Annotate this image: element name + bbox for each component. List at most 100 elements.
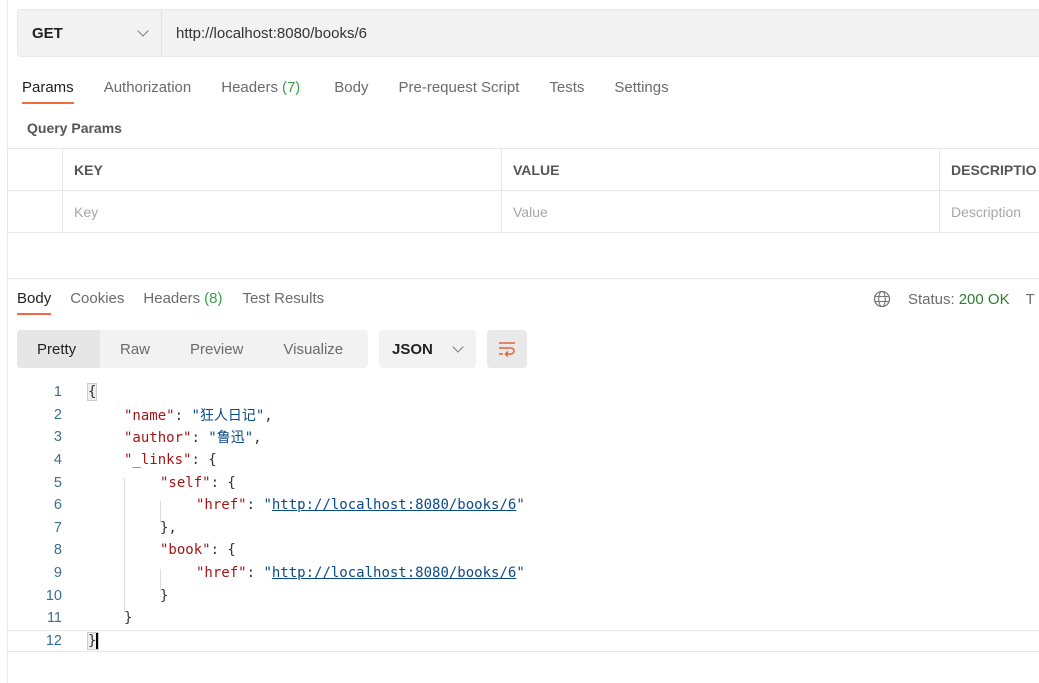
json-key: "href" (196, 565, 247, 582)
json-punctuation: } (124, 610, 133, 627)
json-punctuation: : (246, 565, 264, 582)
tab-label: Body (17, 290, 52, 307)
tab-count-badge: (7) (281, 79, 301, 96)
response-body-editor[interactable]: 1{2 "name": "狂人日记", 3 "author": "鲁迅", 4 "_lin… (7, 381, 1039, 653)
code-text: } (124, 610, 132, 626)
json-punctuation: : (191, 430, 209, 447)
json-string: "狂人日记" (191, 407, 265, 424)
line-number: 4 (53, 452, 62, 469)
tab-headers[interactable]: Headers (8) (143, 290, 222, 315)
code-text: }, (160, 520, 177, 536)
code-line: 5 "self": { (7, 471, 1039, 494)
code-line: 11} (7, 607, 1039, 630)
time-label-truncated: T (1025, 290, 1035, 308)
json-link[interactable]: http://localhost:8080/books/6 (272, 565, 516, 581)
url-input[interactable]: http://localhost:8080/books/6 (162, 25, 367, 42)
tab-pre-request-script[interactable]: Pre-request Script (399, 79, 520, 104)
json-string: " (516, 497, 525, 514)
code-text: { (86, 383, 98, 402)
query-params-title: Query Params (27, 120, 122, 136)
code-text: } (160, 588, 168, 604)
globe-icon[interactable] (873, 290, 891, 308)
json-key: "self" (160, 474, 211, 491)
chevron-down-icon (137, 25, 149, 37)
view-preview[interactable]: Preview (170, 330, 263, 368)
code-text: } (86, 631, 100, 650)
json-punctuation: : { (210, 474, 236, 491)
status-label: Status: (908, 290, 955, 308)
request-tabs: Params Authorization Headers (7) Body Pre-req… (22, 79, 669, 104)
tab-label: Pre-request Script (398, 79, 520, 96)
line-number: 1 (53, 384, 62, 401)
status-value: 200 OK (958, 290, 1010, 308)
code-line: 7}, (7, 517, 1039, 540)
line-number: 6 (53, 497, 62, 514)
json-key: "author" (124, 430, 192, 447)
json-key: "_links" (124, 452, 192, 469)
json-punctuation: , (264, 407, 273, 424)
wrap-lines-button[interactable] (487, 330, 527, 368)
row-checkbox[interactable] (7, 190, 63, 233)
line-number: 12 (45, 632, 62, 649)
method-select[interactable]: GET (18, 10, 162, 56)
line-number: 2 (53, 406, 62, 423)
json-string: " (516, 565, 525, 582)
json-punctuation: } (160, 587, 169, 604)
tab-label: Authorization (103, 79, 192, 96)
tab-authorization[interactable]: Authorization (104, 79, 192, 104)
code-text: "self": { (160, 475, 236, 491)
code-line: 4 "_links": { (7, 449, 1039, 472)
response-tabs: Body Cookies Headers (8) Test Results (17, 290, 324, 315)
line-number: 3 (53, 429, 62, 446)
json-punctuation: : (174, 407, 192, 424)
code-line: 3 "author": "鲁迅", (7, 426, 1039, 449)
tab-label: Headers (221, 79, 278, 96)
tab-settings[interactable]: Settings (614, 79, 668, 104)
tab-cookies[interactable]: Cookies (70, 290, 124, 315)
format-select[interactable]: JSON (379, 330, 476, 368)
json-key: "name" (124, 407, 175, 424)
tab-headers[interactable]: Headers (7) (221, 79, 300, 104)
code-text: "href": "http://localhost:8080/books/6" (196, 497, 525, 513)
code-line: 12} (7, 629, 1039, 653)
view-pretty[interactable]: Pretty (17, 330, 100, 368)
code-line: 6 "href": "http://localhost:8080/books/6" (7, 494, 1039, 517)
json-punctuation: : { (191, 452, 217, 469)
code-line: 1{ (7, 381, 1039, 404)
tab-params[interactable]: Params (22, 79, 74, 104)
key-input[interactable]: Key (62, 190, 502, 233)
code-text: "name": "狂人日记", (124, 405, 273, 425)
tab-label: Test Results (242, 290, 325, 307)
tab-tests[interactable]: Tests (549, 79, 584, 104)
query-params-table: KEY VALUE DESCRIPTIO Key Value Descripti… (7, 148, 1039, 233)
json-key: "href" (196, 497, 247, 514)
line-number: 7 (53, 519, 62, 536)
json-string: " (263, 565, 272, 582)
tab-body[interactable]: Body (17, 290, 52, 315)
json-link[interactable]: http://localhost:8080/books/6 (272, 497, 516, 513)
tab-label: Body (334, 79, 369, 96)
method-label: GET (32, 24, 63, 42)
code-text: "author": "鲁迅", (124, 427, 262, 447)
tab-label: Headers (143, 290, 201, 307)
tab-body[interactable]: Body (334, 79, 368, 104)
description-header: DESCRIPTIO (939, 148, 1039, 191)
line-number: 10 (45, 587, 62, 604)
code-line: 2 "name": "狂人日记", (7, 404, 1039, 427)
tab-test-results[interactable]: Test Results (242, 290, 324, 315)
json-punctuation: : (246, 497, 264, 514)
description-input[interactable]: Description (939, 190, 1039, 233)
tab-label: Cookies (70, 290, 125, 307)
json-punctuation: : { (210, 542, 236, 559)
line-number: 11 (46, 610, 62, 627)
json-key: "book" (160, 542, 211, 559)
json-punctuation: }, (160, 519, 177, 536)
line-number: 5 (53, 474, 62, 491)
response-divider (7, 278, 1039, 279)
json-punctuation: { (86, 383, 98, 402)
view-visualize[interactable]: Visualize (263, 330, 363, 368)
value-input[interactable]: Value (501, 190, 940, 233)
value-header: VALUE (501, 148, 940, 191)
view-raw[interactable]: Raw (100, 330, 170, 368)
code-line: 10} (7, 584, 1039, 607)
